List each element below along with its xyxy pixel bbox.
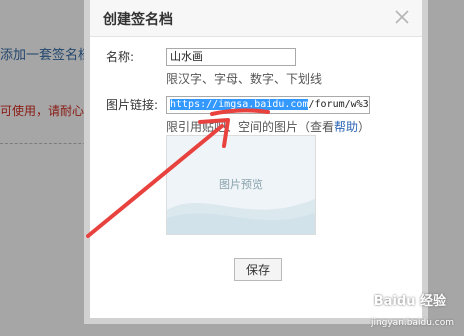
image-link-label: 图片链接: [106, 98, 159, 112]
image-hint-suffix: ） [358, 120, 371, 134]
divider [0, 143, 96, 144]
watermark-logo: Baidu 经验 [373, 294, 446, 309]
save-button[interactable]: 保存 [234, 258, 282, 281]
name-label: 名称: [106, 50, 135, 64]
dialog-header: 创建签名档 [90, 0, 422, 37]
preview-label: 图片预览 [219, 178, 263, 191]
name-hint: 限汉字、字母、数字、下划线 [166, 72, 323, 86]
image-link-hint: 限引用贴吧、空间的图片（查看帮助） [166, 118, 370, 135]
image-link-input[interactable]: https://imgsa.baidu.com/forum/w%3D [166, 96, 370, 114]
watermark-url: jingyan.baidu.com [370, 318, 454, 328]
image-link-remaining-text: /forum/w%3D [308, 99, 370, 110]
image-preview: 图片预览 [166, 135, 316, 235]
create-signature-dialog: 创建签名档 名称: 山水画 限汉字、字母、数字、下划线 图片链接: https:… [84, 0, 428, 324]
add-signature-link[interactable]: 添加一套签名档 [0, 44, 91, 63]
image-link-selected-text: https://imgsa.baidu.com [170, 99, 309, 110]
image-hint-prefix: 限引用贴吧、空间的图片（查看 [166, 120, 335, 134]
dialog-title: 创建签名档 [103, 12, 173, 28]
name-input[interactable]: 山水画 [166, 48, 296, 66]
help-link[interactable]: 帮助 [334, 120, 358, 134]
dialog-body: 创建签名档 名称: 山水画 限汉字、字母、数字、下划线 图片链接: https:… [90, 0, 422, 318]
close-icon[interactable] [394, 9, 410, 25]
